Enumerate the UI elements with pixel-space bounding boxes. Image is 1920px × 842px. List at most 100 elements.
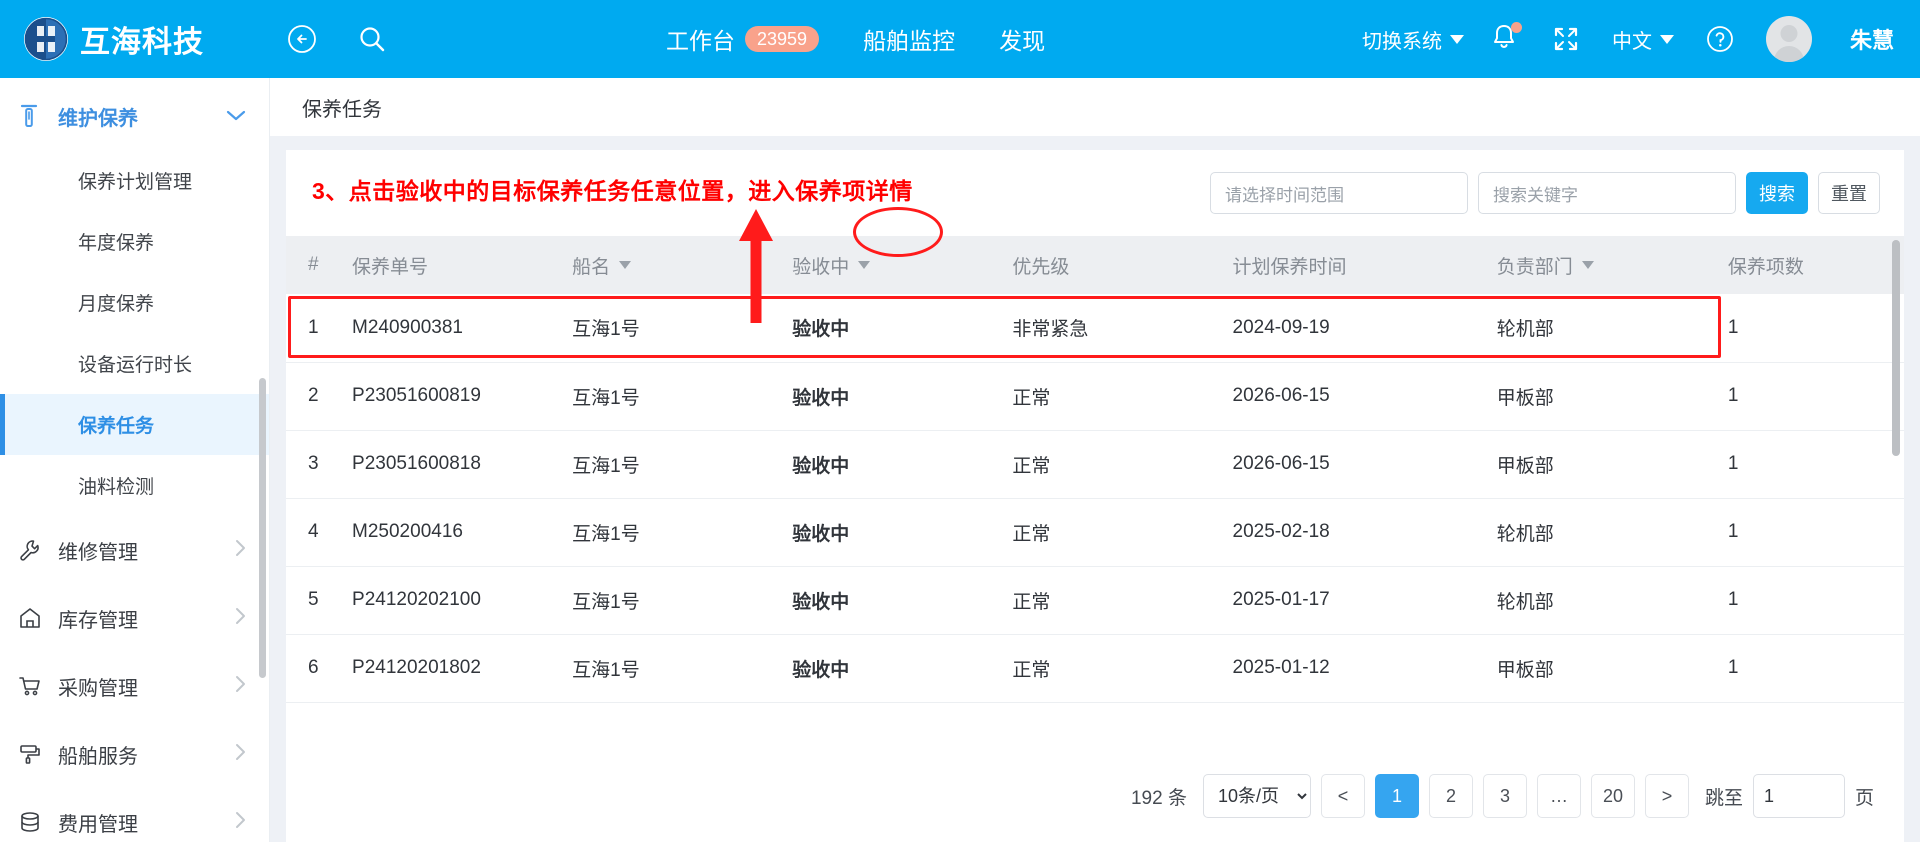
avatar-head	[1780, 25, 1798, 42]
sidebar-group-label: 维护保养	[58, 107, 138, 130]
cell-order-no: P23051600819	[352, 362, 573, 431]
total-count-label: 192 条	[1130, 787, 1187, 809]
reset-button[interactable]: 重置	[1818, 172, 1880, 214]
header-right-tools: 切换系统 中文 朱慧	[1362, 16, 1920, 62]
table-head: # 保养单号 船名 验收中 优先级 计划保养时间 负责部门 保养项数	[286, 236, 1904, 294]
switch-system-button[interactable]: 切换系统	[1362, 25, 1464, 54]
page-ellipsis[interactable]: …	[1536, 774, 1581, 818]
col-department[interactable]: 负责部门	[1496, 236, 1728, 294]
sidebar-group-inventory[interactable]: 库存管理	[0, 584, 269, 652]
jump-to-input[interactable]	[1752, 774, 1845, 818]
status-badge: 验收中	[792, 498, 1013, 567]
cell-department: 轮机部	[1496, 566, 1728, 635]
cell-plan-date: 2025-01-12	[1232, 634, 1497, 703]
avatar[interactable]	[1765, 16, 1812, 62]
cell-item-count: 1	[1727, 566, 1904, 635]
avatar-body	[1773, 46, 1804, 62]
sidebar-item-label: 月度保养	[78, 294, 155, 315]
table-row[interactable]: 3 P23051600818 互海1号 验收中 正常 2026-06-15 甲板…	[286, 430, 1904, 499]
col-item-count-label: 保养项数	[1727, 256, 1804, 278]
search-input[interactable]: 搜索关键字	[1478, 172, 1736, 214]
cell-plan-date: 2025-02-18	[1232, 498, 1497, 567]
page-button-20[interactable]: 20	[1590, 774, 1635, 818]
sidebar-group-maintenance[interactable]: 维护保养	[0, 82, 269, 150]
table-row[interactable]: 6 P24120201802 互海1号 验收中 正常 2025-01-12 甲板…	[286, 634, 1904, 703]
nav-label-ship-monitor: 船舶监控	[863, 28, 956, 54]
fullscreen-icon[interactable]	[1546, 19, 1586, 59]
sidebar-scrollbar[interactable]	[259, 378, 266, 678]
breadcrumb: 保养任务	[270, 78, 1920, 136]
date-range-placeholder: 请选择时间范围	[1225, 185, 1344, 205]
cell-ship-name: 互海1号	[572, 294, 793, 363]
col-ship-name[interactable]: 船名	[572, 236, 793, 294]
col-item-count: 保养项数	[1727, 236, 1904, 294]
col-order-no-label: 保养单号	[352, 256, 429, 278]
cell-index: 2	[286, 362, 353, 431]
language-switch-button[interactable]: 中文	[1612, 25, 1674, 54]
col-order-no: 保养单号	[352, 236, 573, 294]
sidebar-item-monthly-maintenance[interactable]: 月度保养	[0, 272, 269, 333]
nav-item-ship-monitor[interactable]: 船舶监控	[863, 22, 955, 56]
date-range-input[interactable]: 请选择时间范围	[1210, 172, 1468, 214]
sidebar-item-equipment-runtime[interactable]: 设备运行时长	[0, 333, 269, 394]
sidebar-group-expense[interactable]: 费用管理	[0, 788, 269, 842]
col-department-label: 负责部门	[1496, 256, 1573, 278]
nav-item-workbench[interactable]: 工作台 23959	[666, 22, 820, 56]
chevron-right-icon	[233, 674, 247, 699]
cell-order-no: P24120201802	[352, 634, 573, 703]
cell-department: 轮机部	[1496, 294, 1728, 363]
notification-dot	[1510, 22, 1522, 33]
chevron-down-icon	[1659, 34, 1674, 44]
sidebar-item-maintenance-task[interactable]: 保养任务	[0, 394, 269, 455]
filter-caret-icon	[1581, 261, 1594, 269]
help-icon[interactable]	[1700, 19, 1740, 59]
content-padding: 3、点击验收中的目标保养任务任意位置，进入保养项详情 请选择时间范围 搜索关键字…	[270, 136, 1920, 842]
sidebar-group-ship-service[interactable]: 船舶服务	[0, 720, 269, 788]
next-page-button[interactable]: >	[1644, 774, 1689, 818]
sidebar-item-oil-test[interactable]: 油料检测	[0, 455, 269, 516]
cell-item-count: 1	[1727, 634, 1904, 703]
table-row[interactable]: 1 M240900381 互海1号 验收中 非常紧急 2024-09-19 轮机…	[286, 294, 1904, 363]
user-name[interactable]: 朱慧	[1850, 23, 1894, 55]
col-status[interactable]: 验收中	[792, 236, 1013, 294]
nav-item-discover[interactable]: 发现	[999, 22, 1045, 56]
cell-order-no: P24120202100	[352, 566, 573, 635]
page-button-3[interactable]: 3	[1482, 774, 1527, 818]
cell-index: 3	[286, 430, 353, 499]
cell-priority: 正常	[1012, 362, 1233, 431]
app-header: 互海科技 工作台 23959 船舶监控 发现 切换系统 中文 朱慧	[0, 0, 1920, 78]
page-size-select[interactable]: 10条/页	[1202, 774, 1311, 818]
cell-item-count: 1	[1727, 294, 1904, 363]
sidebar-group-repair[interactable]: 维修管理	[0, 516, 269, 584]
cell-index: 1	[286, 294, 353, 363]
switch-system-label: 切换系统	[1361, 30, 1442, 53]
table-row[interactable]: 4 M250200416 互海1号 验收中 正常 2025-02-18 轮机部 …	[286, 498, 1904, 567]
col-plan-date-label: 计划保养时间	[1232, 256, 1347, 278]
cell-plan-date: 2026-06-15	[1232, 430, 1497, 499]
cell-department: 甲板部	[1496, 362, 1728, 431]
prev-page-button[interactable]: <	[1320, 774, 1365, 818]
sidebar-item-annual-maintenance[interactable]: 年度保养	[0, 211, 269, 272]
roller-icon	[18, 742, 52, 766]
sidebar-item-maintenance-plan[interactable]: 保养计划管理	[0, 150, 269, 211]
table-scrollbar[interactable]	[1892, 240, 1900, 456]
task-table-area: # 保养单号 船名 验收中 优先级 计划保养时间 负责部门 保养项数 1 M24…	[286, 236, 1904, 750]
search-icon[interactable]	[352, 19, 392, 59]
cell-priority: 正常	[1012, 498, 1233, 567]
sidebar-group-purchase[interactable]: 采购管理	[0, 652, 269, 720]
notification-bell-icon[interactable]	[1490, 22, 1522, 56]
page-button-2[interactable]: 2	[1428, 774, 1473, 818]
sidebar-group-label: 维修管理	[58, 541, 138, 564]
brand-name: 互海科技	[80, 26, 204, 59]
table-row[interactable]: 5 P24120202100 互海1号 验收中 正常 2025-01-17 轮机…	[286, 566, 1904, 635]
back-arrow-icon[interactable]	[282, 19, 322, 59]
search-button[interactable]: 搜索	[1746, 172, 1808, 214]
table-row[interactable]: 2 P23051600819 互海1号 验收中 正常 2026-06-15 甲板…	[286, 362, 1904, 431]
col-priority: 优先级	[1012, 236, 1233, 294]
cell-item-count: 1	[1727, 430, 1904, 499]
cell-ship-name: 互海1号	[572, 498, 793, 567]
brand[interactable]: 互海科技	[0, 17, 240, 61]
cell-item-count: 1	[1727, 498, 1904, 567]
page-button-1[interactable]: 1	[1374, 774, 1419, 818]
cell-plan-date: 2026-06-15	[1232, 362, 1497, 431]
